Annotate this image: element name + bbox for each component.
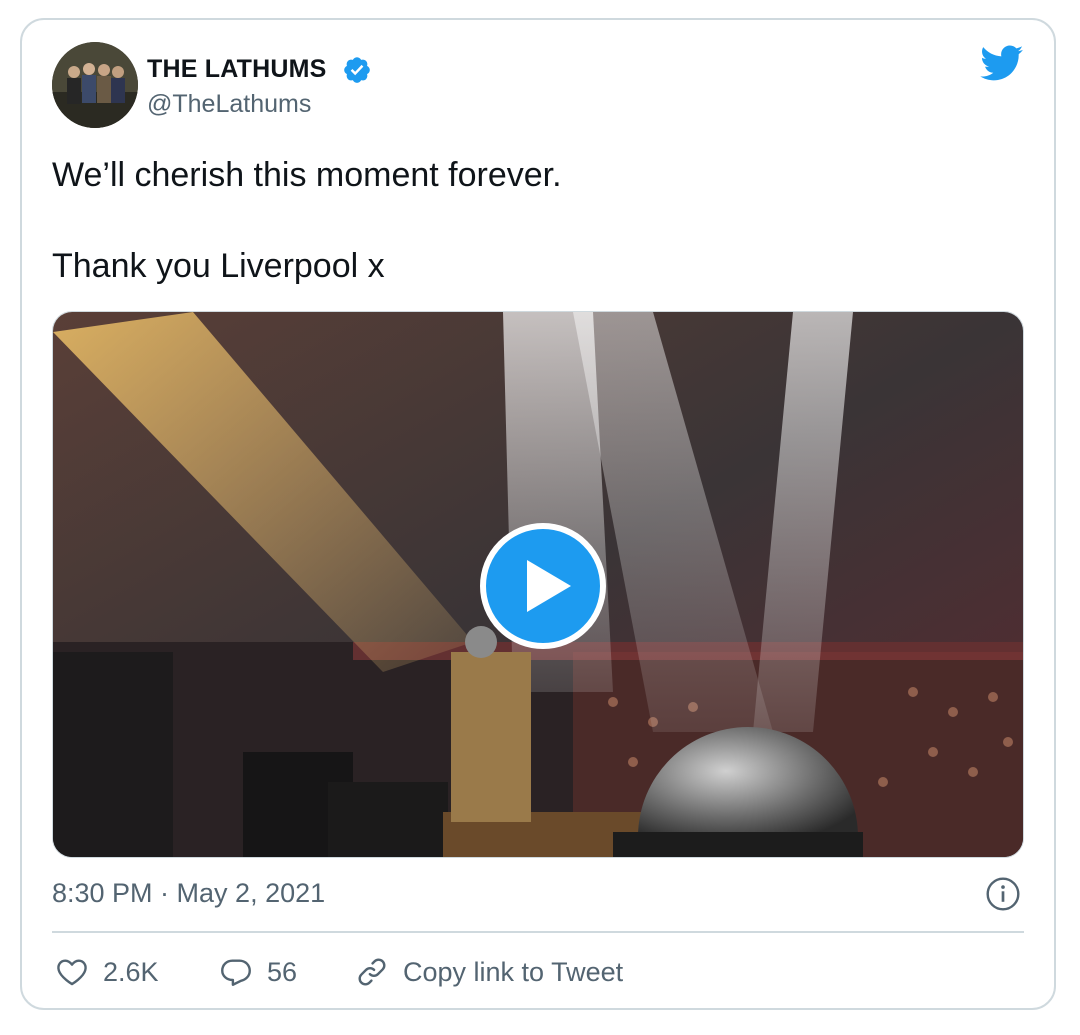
like-count: 2.6K	[103, 956, 159, 987]
info-icon[interactable]	[985, 876, 1021, 912]
reply-button[interactable]: 56	[219, 952, 297, 992]
divider	[52, 931, 1024, 933]
tweet-text-line-1: We’ll cherish this moment forever.	[52, 156, 562, 194]
reply-icon	[221, 959, 251, 986]
copy-link-label: Copy link to Tweet	[403, 956, 624, 987]
video-player[interactable]	[52, 311, 1024, 858]
copy-link-button[interactable]: Copy link to Tweet	[355, 952, 623, 992]
like-button[interactable]: 2.6K	[55, 952, 159, 992]
link-icon	[358, 958, 386, 986]
heart-icon	[57, 959, 87, 986]
tweet-timestamp[interactable]: 8:30 PM · May 2, 2021	[52, 878, 325, 909]
author-display-name[interactable]: THE LATHUMS	[147, 55, 327, 84]
reply-count: 56	[267, 956, 298, 987]
play-icon[interactable]	[479, 522, 607, 650]
avatar-image	[52, 42, 138, 128]
tweet-text-line-2: Thank you Liverpool x	[52, 247, 385, 285]
avatar[interactable]	[52, 42, 138, 128]
verified-badge-icon	[344, 57, 370, 83]
twitter-bird-icon[interactable]	[980, 45, 1024, 85]
author-handle[interactable]: @TheLathums	[147, 90, 311, 119]
